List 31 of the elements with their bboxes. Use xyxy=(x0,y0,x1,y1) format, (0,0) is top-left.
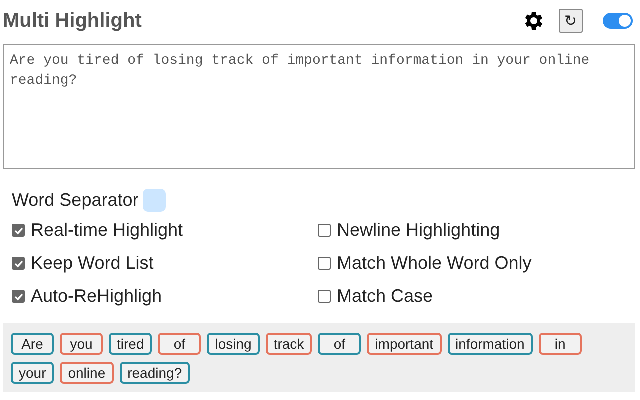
word-chip[interactable]: of xyxy=(318,333,362,355)
word-chip[interactable]: information xyxy=(448,333,533,355)
app-title: Multi Highlight xyxy=(3,10,143,32)
word-chip[interactable]: important xyxy=(367,333,442,355)
option-label: Newline Highlighting xyxy=(337,220,500,241)
checkbox[interactable] xyxy=(318,257,331,270)
word-chip[interactable]: online xyxy=(60,362,114,384)
option-label: Match Whole Word Only xyxy=(337,253,532,274)
option-label: Match Case xyxy=(337,286,434,307)
checkbox[interactable] xyxy=(12,290,25,303)
checkbox[interactable] xyxy=(12,224,25,237)
text-input[interactable]: Are you tired of losing track of important information in your online reading? xyxy=(3,44,635,169)
word-chip[interactable]: of xyxy=(158,333,202,355)
checkbox[interactable] xyxy=(318,290,331,303)
word-chip[interactable]: Are xyxy=(11,333,54,355)
separator-field[interactable] xyxy=(142,189,166,212)
refresh-button[interactable]: ↻ xyxy=(559,9,583,33)
checkbox[interactable] xyxy=(12,257,25,270)
word-chip[interactable]: you xyxy=(60,333,103,355)
option-label: Keep Word List xyxy=(31,253,154,274)
word-chip[interactable]: track xyxy=(266,333,312,355)
word-chip[interactable]: reading? xyxy=(120,362,190,384)
word-chip[interactable]: in xyxy=(538,333,582,355)
checkbox[interactable] xyxy=(318,224,331,237)
option-label: Auto-ReHighligh xyxy=(31,286,162,307)
separator-label: Word Separator xyxy=(12,190,139,211)
word-chip[interactable]: losing xyxy=(207,333,260,355)
word-chip[interactable]: tired xyxy=(109,333,152,355)
option-label: Real-time Highlight xyxy=(31,220,184,241)
enable-toggle[interactable] xyxy=(603,13,633,29)
word-chip[interactable]: your xyxy=(11,362,54,384)
